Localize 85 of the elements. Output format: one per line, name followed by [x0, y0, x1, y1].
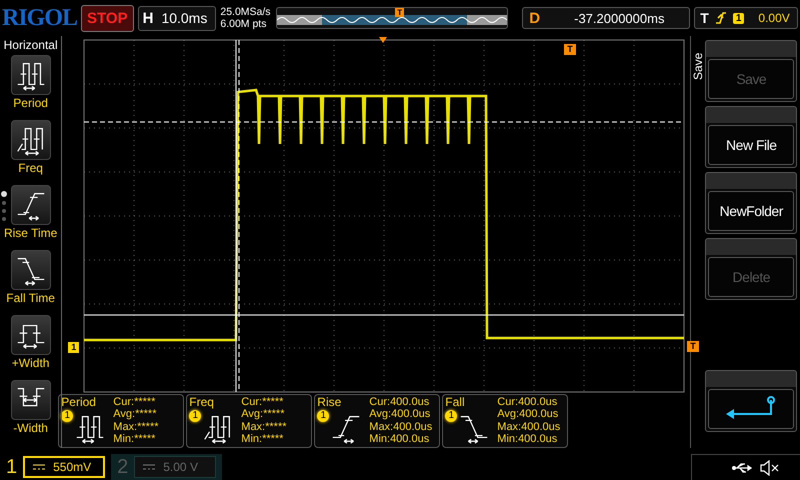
- stat-value: *****: [263, 408, 284, 421]
- source-badge: 1: [61, 410, 74, 422]
- stat-value: *****: [265, 420, 287, 433]
- measure-label: Fall Time: [6, 291, 55, 305]
- stat-label: Min:: [113, 432, 134, 446]
- channel-scale: 550mV: [53, 460, 92, 474]
- stat-value: 400.0us: [521, 420, 560, 433]
- delay-value: -37.2000000ms: [574, 10, 664, 26]
- falling-edge-icon[interactable]: [10, 250, 51, 290]
- trigger-level-marker: T: [687, 341, 699, 352]
- measure-label: +Width: [12, 356, 50, 370]
- square-wave-period-icon[interactable]: [10, 55, 51, 95]
- stat-label: Min:: [241, 432, 262, 446]
- back-button[interactable]: [708, 389, 794, 429]
- muted-speaker-icon: [760, 460, 780, 476]
- stat-value: 400.0us: [390, 396, 430, 408]
- stat-value: *****: [134, 432, 156, 446]
- stat-value: *****: [135, 408, 156, 421]
- brand-logo: RIGOL: [2, 4, 78, 32]
- trigger-position-marker: T: [395, 8, 404, 17]
- stat-label: Max:: [497, 420, 522, 433]
- menu-title: Horizontal: [4, 38, 58, 52]
- stat-label: Avg:: [497, 408, 520, 421]
- measure-label: Rise Time: [4, 226, 58, 240]
- rising-edge-icon[interactable]: [10, 185, 51, 225]
- channel-number: 2: [117, 456, 128, 478]
- stat-label: Cur:: [369, 396, 390, 408]
- channel-scale: 5.00 V: [163, 460, 198, 474]
- measurement-name: Freq: [189, 396, 215, 409]
- source-badge: 1: [445, 410, 458, 422]
- measure-label: -Width: [13, 421, 48, 435]
- stat-label: Max:: [113, 420, 138, 433]
- negative-pulse-icon[interactable]: [10, 380, 51, 420]
- stat-label: Min:: [497, 432, 518, 446]
- rising-edge-icon: [714, 11, 727, 25]
- menu-button[interactable]: New File: [708, 125, 794, 165]
- positive-pulse-icon[interactable]: [10, 315, 51, 355]
- measure-label: Period: [13, 96, 48, 110]
- stat-value: *****: [262, 432, 284, 446]
- trigger-panel[interactable]: T 1 0.00V: [694, 7, 798, 29]
- source-badge: 1: [317, 410, 330, 422]
- stat-value: 400.0us: [518, 432, 558, 446]
- stat-label: Min:: [369, 432, 390, 446]
- stat-label: Max:: [241, 420, 266, 433]
- trigger-level: 0.00V: [758, 11, 790, 25]
- stat-label: Cur:: [241, 396, 262, 408]
- usb-icon: [732, 462, 754, 474]
- stat-value: *****: [134, 396, 156, 408]
- stat-value: *****: [137, 420, 159, 433]
- menu-button[interactable]: NewFolder: [708, 191, 794, 231]
- square-wave-frequency-icon[interactable]: [10, 120, 51, 160]
- measurement-name: Period: [61, 396, 97, 409]
- channel-marker: 1: [68, 342, 80, 353]
- sample-rate: 25.0MSa/s: [220, 6, 272, 18]
- stat-value: 400.0us: [519, 408, 558, 421]
- run-status[interactable]: STOP: [81, 4, 134, 32]
- stat-label: Avg:: [369, 408, 392, 421]
- measurement-name: Rise: [317, 396, 342, 409]
- trigger-source-badge: 1: [732, 12, 744, 24]
- stat-value: 400.0us: [390, 432, 430, 446]
- timebase-label: H: [142, 10, 154, 26]
- channel-number: 1: [6, 456, 18, 478]
- stat-value: 400.0us: [518, 396, 558, 408]
- timebase-panel[interactable]: H 10.0ms: [138, 6, 216, 30]
- measure-label: Freq: [18, 161, 43, 175]
- stat-label: Cur:: [113, 396, 134, 408]
- source-badge: 1: [189, 410, 202, 422]
- dc-coupling-icon: [143, 464, 156, 470]
- stat-value: *****: [262, 396, 284, 408]
- stat-label: Avg:: [113, 408, 136, 421]
- trigger-label: T: [700, 10, 709, 26]
- stat-label: Cur:: [497, 396, 518, 408]
- measurement-name: Fall: [445, 396, 466, 409]
- stat-label: Avg:: [241, 408, 264, 421]
- stat-label: Max:: [369, 420, 394, 433]
- stat-value: 400.0us: [391, 408, 430, 421]
- delay-label: D: [529, 10, 540, 26]
- trigger-position-arrow: [379, 37, 388, 43]
- dc-coupling-icon: [33, 464, 46, 470]
- menu-title: Save: [691, 52, 706, 80]
- timebase-value: 10.0ms: [161, 10, 208, 26]
- delay-panel[interactable]: D -37.2000000ms: [522, 7, 690, 29]
- stat-value: 400.0us: [393, 420, 432, 433]
- trigger-position-marker: T: [564, 44, 576, 55]
- memory-depth: 6.00M pts: [220, 18, 268, 30]
